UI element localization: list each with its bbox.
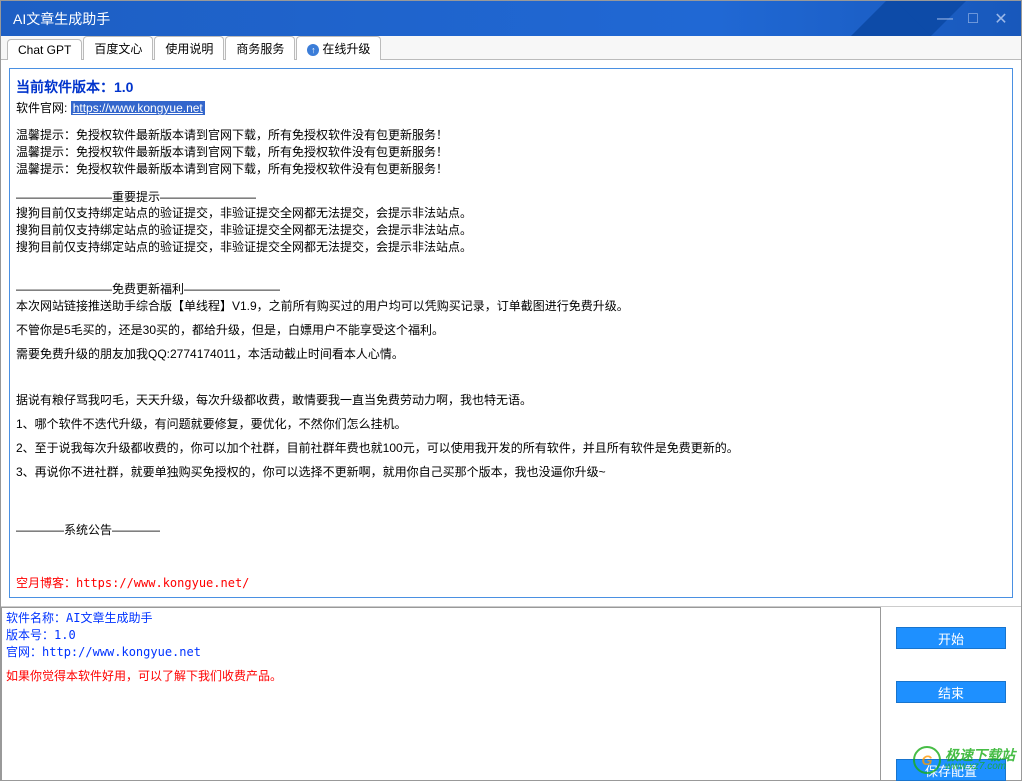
start-button[interactable]: 开始 bbox=[896, 627, 1006, 649]
close-button[interactable]: ✕ bbox=[989, 7, 1013, 31]
point-1: 1、哪个软件不迭代升级，有问题就要修复，要优化，不然你们怎么挂机。 bbox=[16, 415, 1006, 433]
minimize-button[interactable]: — bbox=[933, 7, 957, 31]
bottom-panel: 软件名称：AI文章生成助手 版本号：1.0 官网：http://www.kong… bbox=[1, 606, 1021, 781]
upgrade-panel: 当前软件版本：1.0 软件官网: https://www.kongyue.net… bbox=[9, 68, 1013, 598]
info-site-value: http://www.kongyue.net bbox=[42, 645, 201, 659]
tab-business[interactable]: 商务服务 bbox=[225, 36, 295, 60]
tab-label: 使用说明 bbox=[165, 42, 213, 56]
end-button[interactable]: 结束 bbox=[896, 681, 1006, 703]
site-line: 软件官网: https://www.kongyue.net bbox=[16, 99, 1006, 116]
tab-label: 在线升级 bbox=[322, 42, 370, 56]
info-site-label: 官网： bbox=[6, 645, 42, 659]
button-column: 开始 结束 保存配置 bbox=[881, 607, 1021, 781]
free-line: 需要免费升级的朋友加我QQ:2774174011，本活动截止时间看本人心情。 bbox=[16, 345, 1006, 363]
free-header: ————————免费更新福利———————— bbox=[16, 280, 1006, 298]
notice-header: ————系统公告———— bbox=[16, 521, 1006, 539]
info-version-label: 版本号： bbox=[6, 628, 54, 642]
maximize-button[interactable]: □ bbox=[961, 7, 985, 31]
point-2: 2、至于说我每次升级都收费的，你可以加个社群，目前社群年费也就100元，可以使用… bbox=[16, 439, 1006, 457]
version-line: 当前软件版本：1.0 bbox=[16, 77, 1006, 97]
info-name-label: 软件名称： bbox=[6, 611, 66, 625]
body-text: 温馨提示：免授权软件最新版本请到官网下载，所有免授权软件没有包更新服务！ 温馨提… bbox=[16, 126, 1006, 539]
content-wrap: 当前软件版本：1.0 软件官网: https://www.kongyue.net… bbox=[1, 60, 1021, 606]
content-scroll: 当前软件版本：1.0 软件官网: https://www.kongyue.net… bbox=[16, 73, 1006, 543]
rumor-line: 据说有粮仔骂我叼毛，天天升级，每次升级都收费，敢情要我一直当免费劳动力啊，我也特… bbox=[16, 391, 1006, 409]
warm-tip: 温馨提示：免授权软件最新版本请到官网下载，所有免授权软件没有包更新服务！ bbox=[16, 160, 1006, 178]
free-line: 本次网站链接推送助手综合版【单线程】V1.9，之前所有购买过的用户均可以凭购买记… bbox=[16, 297, 1006, 315]
window-controls: — □ ✕ bbox=[933, 1, 1013, 36]
tab-wenxin[interactable]: 百度文心 bbox=[83, 36, 153, 60]
save-config-button[interactable]: 保存配置 bbox=[896, 759, 1006, 781]
tab-label: 百度文心 bbox=[94, 42, 142, 56]
upgrade-icon: ↑ bbox=[307, 44, 319, 56]
window-title: AI文章生成助手 bbox=[13, 9, 110, 29]
site-url-link[interactable]: https://www.kongyue.net bbox=[71, 101, 205, 115]
sogou-tip: 搜狗目前仅支持绑定站点的验证提交，非验证提交全网都无法提交，会提示非法站点。 bbox=[16, 204, 1006, 222]
info-name-value: AI文章生成助手 bbox=[66, 611, 152, 625]
tab-bar: Chat GPT 百度文心 使用说明 商务服务 ↑在线升级 bbox=[1, 36, 1021, 60]
warm-tip: 温馨提示：免授权软件最新版本请到官网下载，所有免授权软件没有包更新服务！ bbox=[16, 143, 1006, 161]
sogou-tip: 搜狗目前仅支持绑定站点的验证提交，非验证提交全网都无法提交，会提示非法站点。 bbox=[16, 238, 1006, 256]
site-label: 软件官网: bbox=[16, 101, 67, 115]
tab-label: 商务服务 bbox=[236, 42, 284, 56]
tab-label: Chat GPT bbox=[18, 43, 71, 57]
info-promo: 如果你觉得本软件好用，可以了解下我们收费产品。 bbox=[6, 668, 876, 685]
info-version-value: 1.0 bbox=[54, 628, 76, 642]
tab-instructions[interactable]: 使用说明 bbox=[154, 36, 224, 60]
tab-chatgpt[interactable]: Chat GPT bbox=[7, 39, 82, 60]
point-3: 3、再说你不进社群，就要单独购买免授权的，你可以选择不更新啊，就用你自己买那个版… bbox=[16, 463, 1006, 481]
free-line: 不管你是5毛买的，还是30买的，都给升级，但是，白嫖用户不能享受这个福利。 bbox=[16, 321, 1006, 339]
important-header: ————————重要提示———————— bbox=[16, 188, 1006, 206]
info-box: 软件名称：AI文章生成助手 版本号：1.0 官网：http://www.kong… bbox=[1, 607, 881, 781]
tab-upgrade[interactable]: ↑在线升级 bbox=[296, 36, 381, 60]
footer-blog-link[interactable]: 空月博客：https://www.kongyue.net/ bbox=[16, 574, 249, 591]
sogou-tip: 搜狗目前仅支持绑定站点的验证提交，非验证提交全网都无法提交，会提示非法站点。 bbox=[16, 221, 1006, 239]
title-bar: AI文章生成助手 — □ ✕ bbox=[1, 1, 1021, 36]
warm-tip: 温馨提示：免授权软件最新版本请到官网下载，所有免授权软件没有包更新服务！ bbox=[16, 126, 1006, 144]
